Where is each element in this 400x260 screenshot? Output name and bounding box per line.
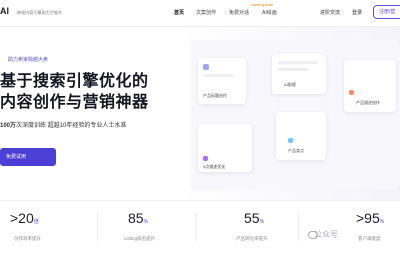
- stats-bar: [0, 200, 400, 260]
- doc-icon: [203, 156, 208, 161]
- card-title-product-description: 产品描述创作: [356, 100, 380, 105]
- stat-value: 85%: [128, 210, 148, 226]
- stat-divider: [196, 213, 197, 241]
- hero-eyebrow: 助力卖家跨越大卖: [8, 57, 49, 63]
- stat-label: Listing排名提升: [124, 236, 156, 241]
- doc-icon: [288, 138, 293, 143]
- nav-free-chat[interactable]: 免费对话: [229, 9, 249, 16]
- stat-value: >20倍: [10, 210, 39, 226]
- feature-card-assistant: AI助理: [272, 54, 326, 94]
- stat-label: 创作效率提升: [14, 236, 41, 241]
- feature-card-selling-points: 产品卖点: [276, 112, 326, 160]
- stat-value: 55%: [244, 210, 264, 226]
- stat-unit: %: [143, 219, 149, 225]
- stat-divider: [97, 213, 98, 241]
- brand-logo[interactable]: AI: [0, 6, 9, 16]
- stat-unit: %: [259, 219, 265, 225]
- card-title-selling-points: 产品卖点: [288, 148, 304, 153]
- stat-unit: %: [379, 219, 385, 225]
- feature-card-title: 产品标题创作: [198, 58, 246, 104]
- login-link[interactable]: 登录: [352, 9, 362, 16]
- subline-highlight: 100万: [0, 123, 17, 129]
- card-title-five-points: 5点描述优化: [203, 164, 226, 169]
- hero-headline-line-2: 内容创作与营销神器: [0, 94, 149, 111]
- feature-card-five-points: 5点描述优化: [198, 124, 252, 172]
- nav-home[interactable]: 首页: [174, 9, 184, 16]
- card-title-product-title: 产品标题创作: [203, 93, 227, 98]
- stat-number: >95: [356, 210, 380, 226]
- nav-copywriting[interactable]: 文案创作: [196, 9, 216, 16]
- stat-value: >95%: [356, 210, 384, 226]
- subline-text: 次深度训练 超越10年经验的专业人士水准: [16, 123, 127, 129]
- placeholder-line: [278, 68, 308, 71]
- doc-icon: [203, 64, 209, 70]
- coming-soon-badge: coming soon: [251, 3, 274, 7]
- card-title-assistant: AI助理: [284, 82, 296, 87]
- nav-ai-painting[interactable]: AI绘画: [262, 9, 277, 16]
- stat-divider: [298, 213, 299, 241]
- feature-card-description: 产品描述创作: [344, 60, 396, 112]
- stat-number: 85: [128, 210, 144, 226]
- hero-subline: 100万次深度训练 超越10年经验的专业人士水准: [0, 120, 126, 129]
- doc-icon: [349, 90, 354, 95]
- top-nav-bar: AI 跨境内容引擎助力才能外 首页 文案创作 免费对话 AI绘画 coming …: [0, 0, 400, 27]
- placeholder-line: [203, 74, 233, 77]
- stat-label: 客户满意度: [358, 236, 381, 241]
- register-button[interactable]: 注册/登: [373, 5, 400, 19]
- stat-number: >20: [10, 210, 34, 226]
- brand-tagline: 跨境内容引擎助力才能外: [17, 10, 63, 15]
- advanced-community-link[interactable]: 进阶交流: [320, 9, 340, 16]
- placeholder-line: [278, 61, 318, 64]
- stat-unit: 倍: [33, 219, 39, 225]
- stat-label: 产品转化率提升: [236, 236, 268, 241]
- watermark-text: 公众号: [314, 230, 338, 239]
- stat-number: 55: [244, 210, 260, 226]
- free-trial-button[interactable]: 免费试用: [0, 148, 56, 166]
